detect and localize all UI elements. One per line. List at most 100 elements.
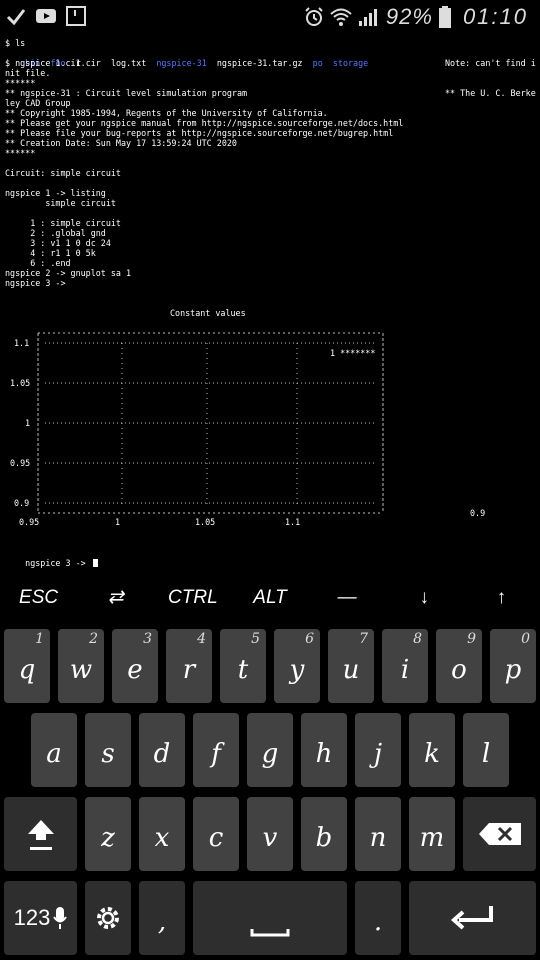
key-b[interactable]: b	[301, 797, 347, 871]
key-t[interactable]: 5t	[220, 629, 266, 703]
clock: 01:10	[462, 4, 528, 29]
numbers-key[interactable]: 123	[4, 881, 77, 955]
key-i[interactable]: 8i	[382, 629, 428, 703]
up-arrow-key[interactable]: ↑	[463, 578, 540, 618]
plot-x-tick: 1	[115, 517, 120, 527]
backspace-icon	[478, 823, 521, 845]
key-hint: 0	[521, 631, 530, 647]
key-s[interactable]: s	[85, 713, 131, 787]
key-o[interactable]: 9o	[436, 629, 482, 703]
key-hint: 4	[197, 631, 206, 647]
key-u[interactable]: 7u	[328, 629, 374, 703]
key-label: r	[182, 655, 196, 685]
key-label: d	[153, 739, 171, 769]
key-c[interactable]: c	[193, 797, 239, 871]
key-n[interactable]: n	[355, 797, 401, 871]
key-label: y	[289, 655, 305, 685]
key-label: s	[101, 739, 115, 769]
plot-extra-label: 0.9	[470, 508, 485, 518]
notification-box-icon	[66, 6, 86, 26]
key-label: x	[154, 823, 170, 853]
key-hint: 5	[251, 631, 260, 647]
battery-icon	[438, 6, 451, 28]
check-icon	[6, 9, 26, 26]
ctrl-key[interactable]: CTRL	[154, 578, 231, 618]
extra-keys-row: ESC ⇄ CTRL ALT — ↓ ↑	[0, 578, 540, 618]
terminal-output[interactable]: $ ls bin foo 1.cir log.txt ngspice-31 ng…	[5, 38, 537, 568]
key-label: a	[46, 739, 62, 769]
plot-y-tick: 1	[25, 418, 30, 428]
status-bar-left	[6, 6, 86, 26]
microphone-icon	[53, 907, 68, 929]
tab-key[interactable]: ⇄	[77, 578, 154, 618]
key-hint: 2	[89, 631, 98, 647]
settings-key[interactable]	[85, 881, 131, 955]
key-label: m	[419, 823, 445, 853]
shift-icon	[27, 820, 54, 850]
key-label: o	[451, 655, 467, 685]
key-label: p	[504, 655, 522, 685]
key-v[interactable]: v	[247, 797, 293, 871]
key-label: b	[315, 823, 333, 853]
key-hint: 9	[467, 631, 476, 647]
plot-y-tick: 1.1	[14, 338, 29, 348]
key-label: z	[101, 823, 115, 853]
plot-x-tick: 0.95	[19, 517, 39, 527]
backspace-key[interactable]	[463, 797, 536, 871]
alt-key[interactable]: ALT	[231, 578, 308, 618]
signal-icon	[358, 9, 377, 26]
key-g[interactable]: g	[247, 713, 293, 787]
status-bar-right: 92% 01:10	[304, 4, 528, 30]
key-m[interactable]: m	[409, 797, 455, 871]
key-x[interactable]: x	[139, 797, 185, 871]
key-d[interactable]: d	[139, 713, 185, 787]
key-j[interactable]: j	[355, 713, 401, 787]
key-k[interactable]: k	[409, 713, 455, 787]
space-key[interactable]	[193, 881, 347, 955]
wifi-icon	[330, 8, 352, 26]
ascii-plot: Constant values 1.1 1.05 1 0.95 0.9 0.95…	[10, 308, 485, 527]
plot-x-tick: 1.05	[195, 517, 215, 527]
period-key[interactable]: .	[355, 881, 401, 955]
key-l[interactable]: l	[463, 713, 509, 787]
key-r[interactable]: 4r	[166, 629, 212, 703]
down-arrow-key[interactable]: ↓	[386, 578, 463, 618]
key-z[interactable]: z	[85, 797, 131, 871]
key-hint: 3	[143, 631, 152, 647]
key-label: k	[424, 739, 440, 769]
status-bar: 92% 01:10	[0, 0, 540, 36]
dash-key[interactable]: —	[309, 578, 386, 618]
numbers-key-label: 123	[13, 905, 51, 930]
terminal-prompt-line[interactable]: ngspice 3 ->	[5, 548, 98, 568]
battery-percent: 92%	[385, 4, 433, 29]
plot-title: Constant values	[170, 308, 246, 318]
key-label: c	[208, 823, 224, 853]
key-label: .	[373, 907, 383, 937]
key-w[interactable]: 2w	[58, 629, 104, 703]
enter-icon	[450, 906, 493, 930]
shift-key[interactable]	[4, 797, 77, 871]
key-hint: 1	[35, 631, 44, 647]
key-p[interactable]: 0p	[490, 629, 536, 703]
youtube-icon	[36, 9, 56, 23]
key-hint: 6	[305, 631, 314, 647]
key-q[interactable]: 1q	[4, 629, 50, 703]
esc-key[interactable]: ESC	[0, 578, 77, 618]
key-label: v	[262, 823, 278, 853]
space-bar-icon	[250, 929, 290, 937]
key-y[interactable]: 6y	[274, 629, 320, 703]
key-label: h	[315, 739, 333, 769]
alarm-icon	[305, 7, 323, 26]
plot-legend: 1 *******	[330, 348, 375, 358]
key-e[interactable]: 3e	[112, 629, 158, 703]
key-a[interactable]: a	[31, 713, 77, 787]
key-label: t	[237, 655, 249, 685]
key-label: ,	[157, 907, 167, 937]
key-f[interactable]: f	[193, 713, 239, 787]
key-label: w	[69, 655, 93, 685]
enter-key[interactable]	[409, 881, 536, 955]
key-h[interactable]: h	[301, 713, 347, 787]
comma-key[interactable]: ,	[139, 881, 185, 955]
soft-keyboard: 1q 2w 3e 4r 5t 6y 7u 8i 9o 0p a s d f g …	[0, 620, 540, 960]
text-cursor	[92, 559, 98, 567]
